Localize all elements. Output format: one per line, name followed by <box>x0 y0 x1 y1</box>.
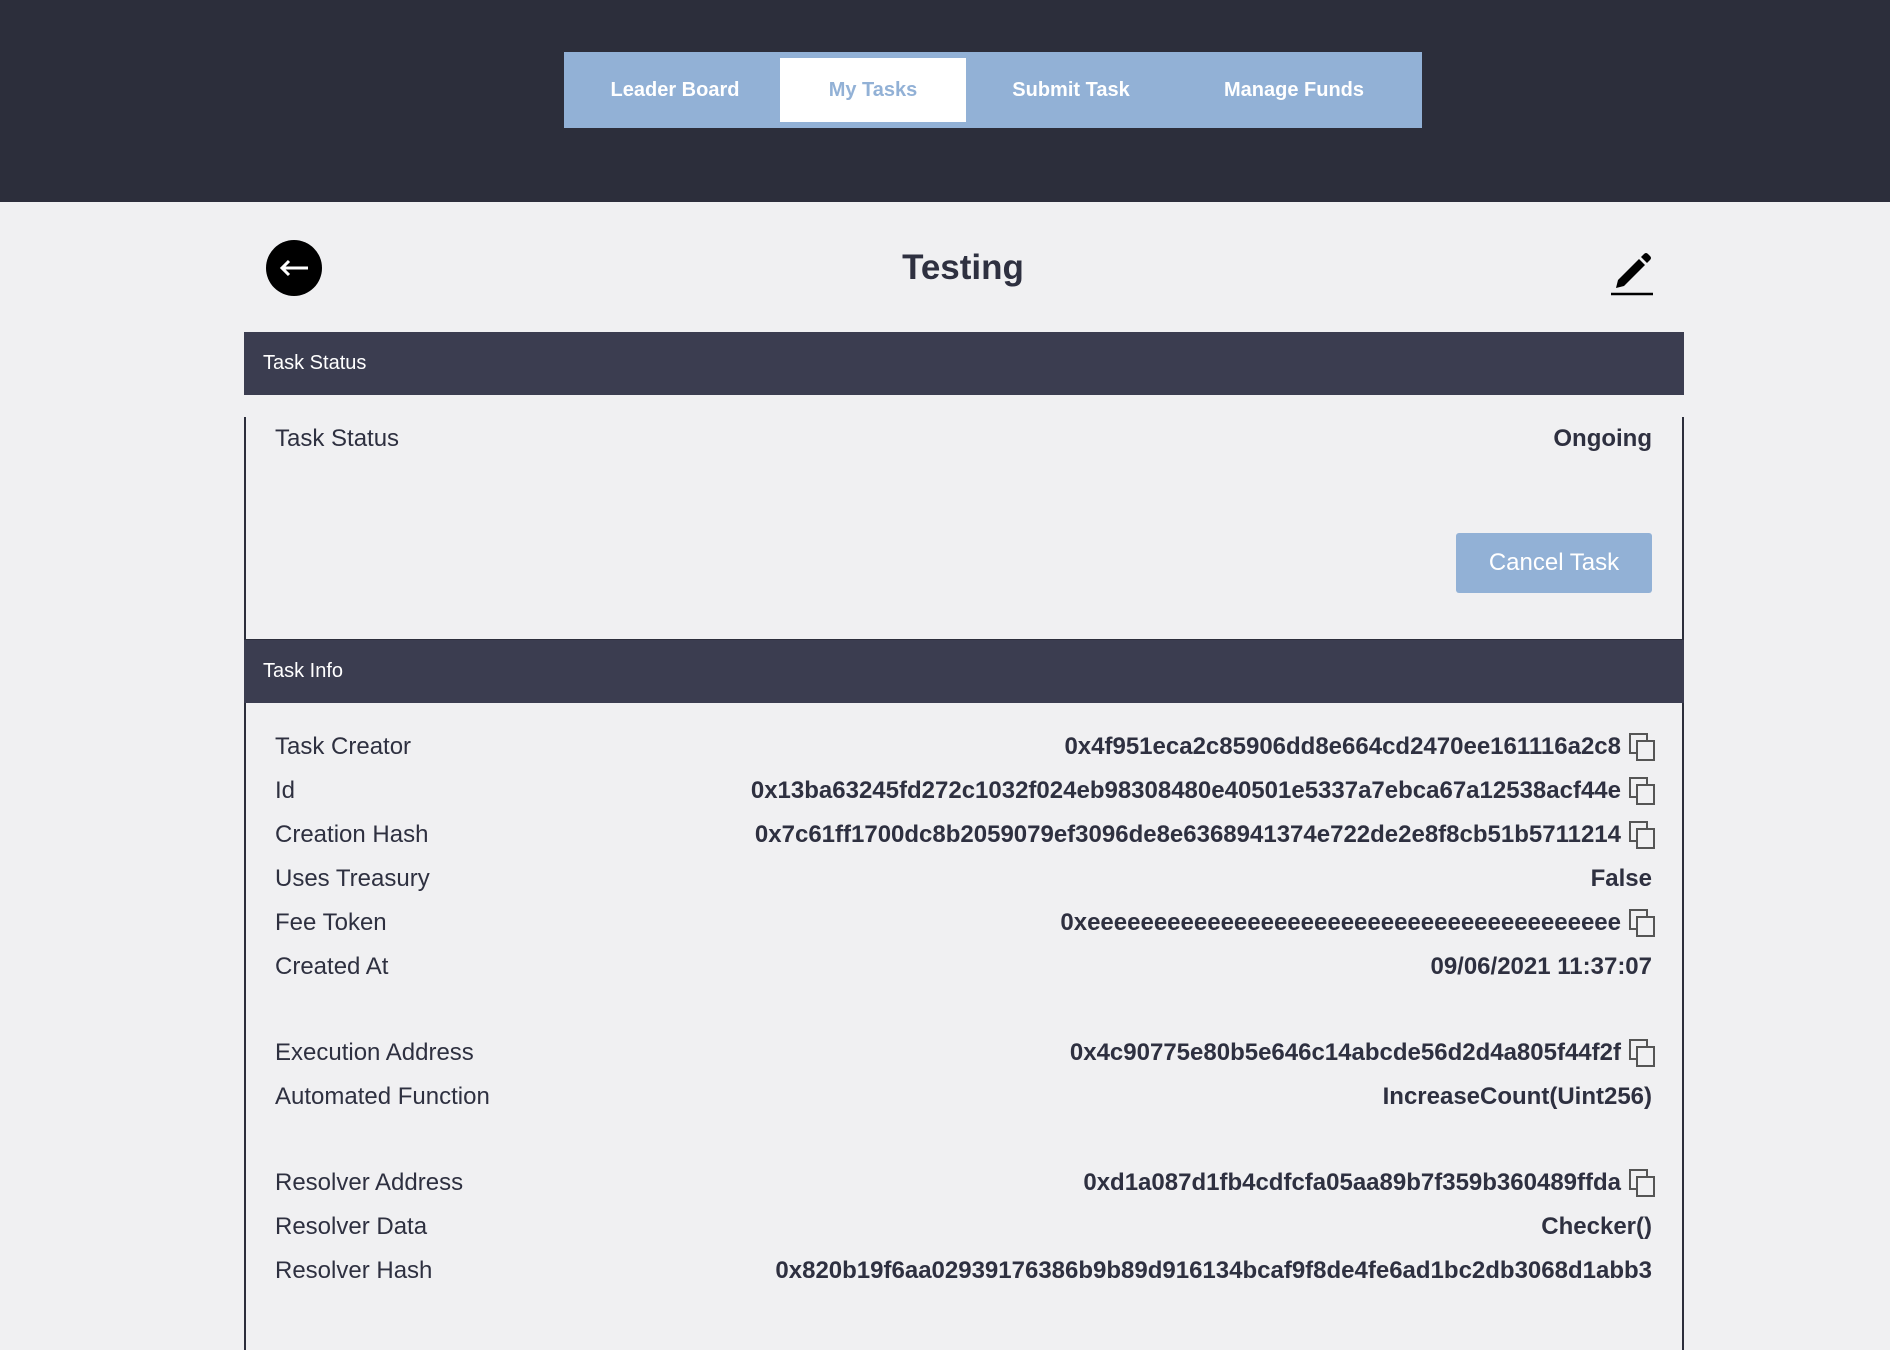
main-nav: Leader Board My Tasks Submit Task Manage… <box>564 52 1422 128</box>
status-row: Task Status Ongoing <box>246 417 1682 461</box>
copy-icon[interactable] <box>1627 1037 1659 1069</box>
info-value: 0xeeeeeeeeeeeeeeeeeeeeeeeeeeeeeeeeeeeeee… <box>1060 909 1621 936</box>
info-row-uses-treasury: Uses Treasury False <box>246 857 1682 901</box>
info-row-resolver-hash: Resolver Hash 0x820b19f6aa02939176386b9b… <box>246 1249 1682 1293</box>
info-value: 0x7c61ff1700dc8b2059079ef3096de8e6368941… <box>754 821 1621 848</box>
task-info-header: Task Info <box>244 640 1684 703</box>
info-row-id: Id 0x13ba63245fd272c1032f024eb98308480e4… <box>246 769 1682 813</box>
edit-button[interactable] <box>1608 246 1656 298</box>
task-info-body: Task Creator 0x4f951eca2c85906dd8e664cd2… <box>244 703 1684 1350</box>
info-value-wrap: 0x4c90775e80b5e646c14abcde56d2d4a805f44f… <box>1069 1037 1655 1069</box>
copy-icon[interactable] <box>1627 819 1659 851</box>
info-row-resolver-data: Resolver Data Checker() <box>246 1205 1682 1249</box>
info-value: 0xd1a087d1fb4cdfcfa05aa89b7f359b360489ff… <box>1083 1169 1621 1196</box>
info-row-automated-function: Automated Function IncreaseCount(Uint256… <box>246 1075 1682 1119</box>
info-label: Created At <box>275 953 389 980</box>
copy-icon[interactable] <box>1627 1167 1659 1199</box>
info-value-wrap: 0x13ba63245fd272c1032f024eb98308480e4050… <box>750 775 1655 807</box>
status-label: Task Status <box>275 425 400 452</box>
cancel-task-button[interactable]: Cancel Task <box>1456 533 1652 593</box>
info-value-wrap: 0x7c61ff1700dc8b2059079ef3096de8e6368941… <box>754 819 1655 851</box>
info-row-created-at: Created At 09/06/2021 11:37:07 <box>246 945 1682 989</box>
info-value: False <box>1590 865 1652 892</box>
task-status-body: Task Status Ongoing Cancel Task <box>244 417 1684 641</box>
info-value-wrap: 0xd1a087d1fb4cdfcfa05aa89b7f359b360489ff… <box>1083 1167 1655 1199</box>
copy-icon[interactable] <box>1627 731 1659 763</box>
tab-my-tasks[interactable]: My Tasks <box>780 58 966 122</box>
task-info-panel: Task Info Task Creator 0x4f951eca2c85906… <box>244 640 1684 1350</box>
back-button[interactable] <box>266 240 322 296</box>
info-label: Fee Token <box>275 909 387 936</box>
info-value: 0x820b19f6aa02939176386b9b89d916134bcaf9… <box>775 1257 1652 1284</box>
info-row-fee-token: Fee Token 0xeeeeeeeeeeeeeeeeeeeeeeeeeeee… <box>246 901 1682 945</box>
info-label: Id <box>275 777 296 804</box>
info-label: Resolver Address <box>275 1169 464 1196</box>
tab-leader-board[interactable]: Leader Board <box>570 58 780 122</box>
info-label: Automated Function <box>275 1083 490 1110</box>
info-label: Task Creator <box>275 733 412 760</box>
info-value: 0x4f951eca2c85906dd8e664cd2470ee161116a2… <box>1064 733 1621 760</box>
pencil-icon <box>1611 253 1653 296</box>
task-status-panel: Task Status Task Status Ongoing Cancel T… <box>244 332 1684 641</box>
info-value: Checker() <box>1541 1213 1652 1240</box>
info-label: Resolver Hash <box>275 1257 433 1284</box>
info-label: Uses Treasury <box>275 865 430 892</box>
info-value-wrap: 0xeeeeeeeeeeeeeeeeeeeeeeeeeeeeeeeeeeeeee… <box>1060 907 1655 939</box>
info-label: Execution Address <box>275 1039 474 1066</box>
arrow-left-icon <box>279 259 308 277</box>
info-value: 0x13ba63245fd272c1032f024eb98308480e4050… <box>750 777 1621 804</box>
info-row-execution-address: Execution Address 0x4c90775e80b5e646c14a… <box>246 1031 1682 1075</box>
tab-submit-task[interactable]: Submit Task <box>966 58 1176 122</box>
tab-manage-funds[interactable]: Manage Funds <box>1176 58 1412 122</box>
top-bar: Leader Board My Tasks Submit Task Manage… <box>0 0 1890 202</box>
task-status-header: Task Status <box>244 332 1684 395</box>
page-title: Testing <box>902 248 1024 287</box>
info-label: Creation Hash <box>275 821 429 848</box>
info-label: Resolver Data <box>275 1213 428 1240</box>
info-row-task-creator: Task Creator 0x4f951eca2c85906dd8e664cd2… <box>246 725 1682 769</box>
info-row-resolver-address: Resolver Address 0xd1a087d1fb4cdfcfa05aa… <box>246 1161 1682 1205</box>
info-row-creation-hash: Creation Hash 0x7c61ff1700dc8b2059079ef3… <box>246 813 1682 857</box>
info-value: 09/06/2021 11:37:07 <box>1430 953 1652 980</box>
info-value: 0x4c90775e80b5e646c14abcde56d2d4a805f44f… <box>1069 1039 1621 1066</box>
info-value: IncreaseCount(Uint256) <box>1382 1083 1652 1110</box>
status-value: Ongoing <box>1553 425 1652 452</box>
copy-icon[interactable] <box>1627 775 1659 807</box>
info-value-wrap: 0x4f951eca2c85906dd8e664cd2470ee161116a2… <box>1064 731 1655 763</box>
copy-icon[interactable] <box>1627 907 1659 939</box>
